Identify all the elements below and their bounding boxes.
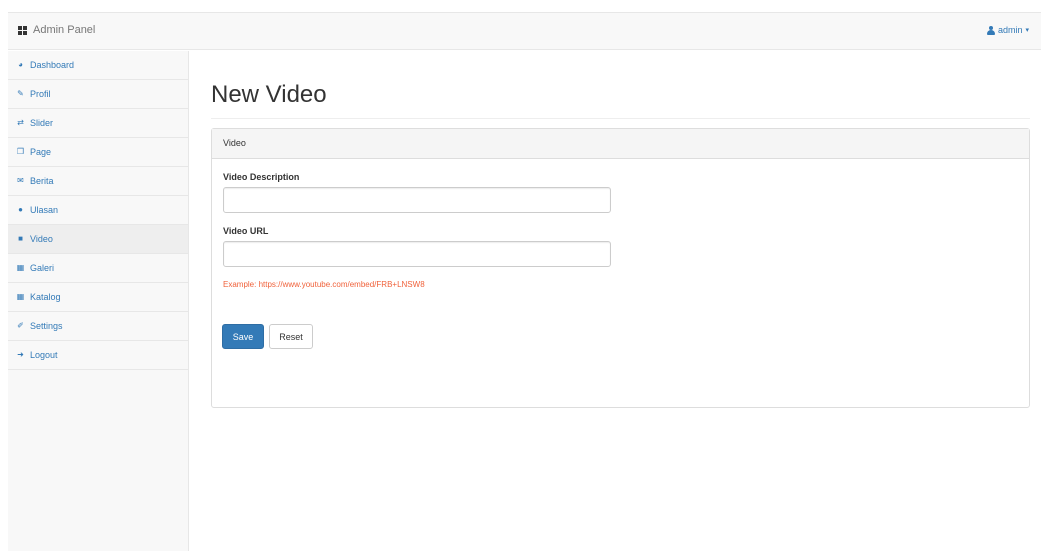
sidebar-item-profil[interactable]: ✎ Profil xyxy=(8,80,188,109)
sidebar-item-label: Slider xyxy=(30,118,54,128)
sidebar-item-label: Dashboard xyxy=(30,60,75,70)
news-icon: ✉ xyxy=(17,176,24,185)
user-icon xyxy=(986,25,995,35)
sidebar-item-slider[interactable]: ⇄ Slider xyxy=(8,109,188,138)
save-button[interactable]: Save xyxy=(222,324,264,349)
sidebar-item-label: Profil xyxy=(30,89,51,99)
sidebar-item-label: Ulasan xyxy=(30,205,59,215)
sidebar-item-logout[interactable]: ➜ Logout xyxy=(8,341,188,370)
sidebar-item-label: Logout xyxy=(30,350,58,360)
slider-icon: ⇄ xyxy=(17,118,24,127)
logout-icon: ➜ xyxy=(17,350,24,359)
user-name: admin xyxy=(997,25,1023,35)
sidebar-item-katalog[interactable]: ▦ Katalog xyxy=(8,283,188,312)
sidebar-item-label: Galeri xyxy=(30,263,55,273)
reset-button[interactable]: Reset xyxy=(269,324,313,349)
panel-heading: Video xyxy=(212,129,1029,159)
video-icon: ■ xyxy=(18,234,23,243)
edit-icon: ✎ xyxy=(17,89,24,98)
video-url-input[interactable] xyxy=(223,241,611,267)
video-url-label: Video URL xyxy=(223,226,269,236)
video-description-label: Video Description xyxy=(223,172,300,182)
sidebar-item-label: Settings xyxy=(30,321,63,331)
sidebar-item-label: Berita xyxy=(30,176,54,186)
sidebar-item-galeri[interactable]: ▦ Galeri xyxy=(8,254,188,283)
page-icon: ❒ xyxy=(16,147,25,156)
sidebar-item-video[interactable]: ■ Video xyxy=(8,225,188,254)
top-navbar: Admin Panel admin ▾ xyxy=(8,12,1041,50)
sidebar-item-label: Video xyxy=(30,234,53,244)
app: Admin Panel admin ▾ ◕ Dashboard ✎ Profil… xyxy=(0,0,1041,551)
sidebar-item-berita[interactable]: ✉ Berita xyxy=(8,167,188,196)
dashboard-icon: ◕ xyxy=(18,60,23,69)
grid-icon xyxy=(18,25,28,35)
sidebar-item-ulasan[interactable]: ● Ulasan xyxy=(8,196,188,225)
brand-label: Admin Panel xyxy=(33,24,96,36)
sidebar-item-dashboard[interactable]: ◕ Dashboard xyxy=(8,51,188,80)
sidebar-item-settings[interactable]: ✐ Settings xyxy=(8,312,188,341)
video-description-input[interactable] xyxy=(223,187,611,213)
wrench-icon: ✐ xyxy=(17,321,24,330)
sidebar-item-label: Page xyxy=(30,147,52,157)
video-url-help-text: Example: https://www.youtube.com/embed/F… xyxy=(223,280,425,289)
caret-down-icon: ▾ xyxy=(1025,27,1029,34)
main-content: New Video Video Video Description Video … xyxy=(189,51,1041,551)
user-menu[interactable]: admin ▾ xyxy=(986,25,1029,35)
video-form-panel: Video Video Description Video URL Exampl… xyxy=(211,128,1030,408)
title-divider xyxy=(211,118,1030,119)
sidebar: ◕ Dashboard ✎ Profil ⇄ Slider ❒ Page ✉ B… xyxy=(8,51,189,551)
gallery-icon: ▦ xyxy=(16,263,25,272)
comment-icon: ● xyxy=(18,205,23,214)
sidebar-item-page[interactable]: ❒ Page xyxy=(8,138,188,167)
brand[interactable]: Admin Panel xyxy=(18,24,95,36)
sidebar-item-label: Katalog xyxy=(30,292,61,302)
page-title: New Video xyxy=(211,81,327,108)
catalog-icon: ▦ xyxy=(16,292,25,301)
